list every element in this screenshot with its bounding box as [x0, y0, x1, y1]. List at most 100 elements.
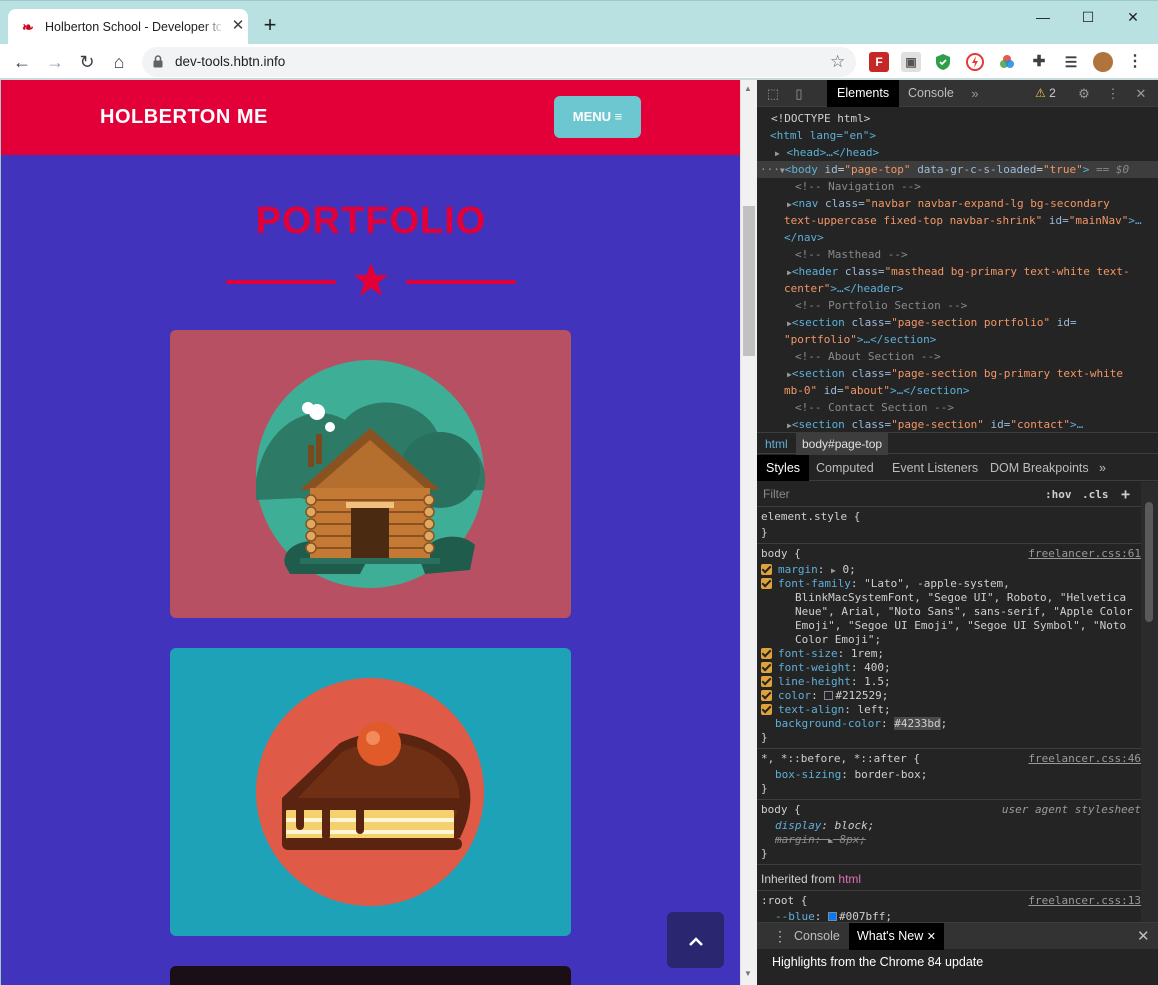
dom-comment[interactable]: <!-- Navigation --> [757, 178, 1158, 195]
node-ellipsis-icon[interactable]: ··· [757, 163, 780, 176]
site-brand[interactable]: HOLBERTON ME [100, 106, 268, 129]
dom-node-nav-cont[interactable]: text-uppercase fixed-top navbar-shrink" … [757, 212, 1158, 229]
css-declaration[interactable]: line-height: 1.5; [761, 675, 1141, 689]
back-arrow-icon[interactable]: ← [10, 50, 34, 74]
omnibox[interactable]: dev-tools.hbtn.info ☆ [142, 47, 856, 77]
styles-scrollbar[interactable] [1141, 482, 1158, 922]
tab-console[interactable]: Console [898, 80, 964, 107]
menu-button[interactable]: MENU ≡ [554, 96, 641, 138]
dom-comment[interactable]: <!-- Contact Section --> [757, 399, 1158, 416]
dom-node-nav-end[interactable]: </nav> [757, 229, 1158, 246]
rule-selector[interactable]: element.style { [761, 510, 1141, 524]
css-declaration[interactable]: text-align: left; [761, 703, 1141, 717]
extension-shield-icon[interactable] [933, 52, 953, 72]
expand-triangle-icon[interactable]: ▶ [757, 268, 792, 277]
close-window-button[interactable]: ✕ [1111, 5, 1155, 29]
scroll-up-arrow-icon[interactable]: ▲ [744, 84, 752, 93]
dom-node-section-portfolio[interactable]: ▶<section class="page-section portfolio"… [757, 314, 1158, 331]
dom-node-body[interactable]: ···▼<body id="page-top" data-gr-c-s-load… [757, 161, 1158, 178]
dom-node-nav[interactable]: ▶<nav class="navbar navbar-expand-lg bg-… [757, 195, 1158, 212]
more-panes-chevron-icon[interactable]: » [1090, 455, 1115, 481]
devtools-menu-icon[interactable]: ⋮ [1103, 84, 1123, 104]
extension-flash-icon[interactable] [965, 52, 985, 72]
color-swatch[interactable] [828, 912, 837, 921]
css-declaration[interactable]: box-sizing: border-box; [761, 768, 1141, 782]
expand-triangle-icon[interactable]: ▶ [757, 149, 780, 158]
new-rule-plus-icon[interactable]: + [1121, 482, 1130, 507]
portfolio-item-cabin[interactable] [170, 330, 571, 618]
expand-triangle-icon[interactable]: ▶ [757, 200, 792, 209]
bookmark-star-icon[interactable]: ☆ [830, 52, 845, 72]
reading-list-icon[interactable]: ☰ [1061, 52, 1081, 72]
css-declaration[interactable]: background-color: #4233bd; [761, 717, 1141, 731]
dom-node-head[interactable]: ▶ <head>…</head> [757, 144, 1158, 161]
checkbox-checked-icon[interactable] [761, 578, 772, 589]
home-icon[interactable]: ⌂ [107, 50, 131, 74]
expand-triangle-icon[interactable]: ▶ [757, 319, 792, 328]
new-tab-button[interactable]: + [259, 14, 281, 36]
tab-styles[interactable]: Styles [757, 455, 810, 481]
source-link[interactable]: freelancer.css:13 [1028, 894, 1141, 908]
extension-f-icon[interactable]: F [869, 52, 889, 72]
portfolio-item-next[interactable] [170, 966, 571, 985]
checkbox-checked-icon[interactable] [761, 690, 772, 701]
expand-triangle-icon[interactable]: ▶ [757, 370, 792, 379]
extension-color-wheel-icon[interactable] [997, 52, 1017, 72]
tab-event-listeners[interactable]: Event Listeners [883, 455, 987, 481]
more-tabs-chevron-icon[interactable]: » [965, 84, 985, 104]
cls-toggle[interactable]: .cls [1082, 482, 1109, 507]
inspect-element-icon[interactable]: ⬚ [763, 84, 783, 104]
source-link[interactable]: freelancer.css:46 [1028, 752, 1141, 766]
reload-icon[interactable]: ↻ [75, 50, 99, 74]
minimize-button[interactable]: — [1021, 5, 1065, 29]
inherited-tag-link[interactable]: html [838, 872, 861, 886]
close-drawer-icon[interactable]: ✕ [1129, 923, 1158, 950]
breadcrumb-body[interactable]: body#page-top [796, 433, 889, 455]
tab-computed[interactable]: Computed [807, 455, 883, 481]
tab-elements[interactable]: Elements [827, 80, 900, 107]
chrome-menu-icon[interactable]: ⋮ [1125, 52, 1145, 72]
browser-tab[interactable]: ❧ Holberton School - Developer to ✕ [8, 9, 248, 45]
portfolio-item-cake[interactable] [170, 648, 571, 936]
css-declaration[interactable]: --blue: #007bff; [761, 910, 1141, 922]
settings-gear-icon[interactable]: ⚙ [1074, 84, 1094, 104]
whats-new-headline[interactable]: Highlights from the Chrome 84 update [772, 955, 983, 969]
rule-selector[interactable]: :root {freelancer.css:13 [761, 894, 1141, 908]
dom-comment[interactable]: <!-- Masthead --> [757, 246, 1158, 263]
css-declaration[interactable]: font-family: "Lato", -apple-system, [761, 577, 1141, 591]
rule-selector[interactable]: body {user agent stylesheet [761, 803, 1141, 817]
breadcrumb-html[interactable]: html [759, 433, 794, 455]
page-scrollbar[interactable]: ▲ ▼ [740, 80, 757, 985]
dom-node-header[interactable]: ▶<header class="masthead bg-primary text… [757, 263, 1158, 280]
dom-node-section-portfolio-cont[interactable]: "portfolio">…</section> [757, 331, 1158, 348]
warnings-badge[interactable]: ⚠ 2 [1035, 80, 1056, 107]
page-scrollbar-thumb[interactable] [743, 206, 755, 356]
profile-avatar-icon[interactable] [1093, 52, 1113, 72]
checkbox-checked-icon[interactable] [761, 676, 772, 687]
dom-node-section-contact[interactable]: ▶<section class="page-section" id="conta… [757, 416, 1158, 430]
tab-close-icon[interactable]: ✕ [230, 18, 246, 34]
url-text[interactable]: dev-tools.hbtn.info [175, 54, 285, 70]
dom-node-section-about-cont[interactable]: mb-0" id="about">…</section> [757, 382, 1158, 399]
rule-selector[interactable]: *, *::before, *::after {freelancer.css:4… [761, 752, 1141, 766]
filter-input[interactable]: Filter [763, 482, 790, 507]
checkbox-checked-icon[interactable] [761, 564, 772, 575]
close-devtools-icon[interactable]: ✕ [1131, 84, 1151, 104]
dom-node-section-about[interactable]: ▶<section class="page-section bg-primary… [757, 365, 1158, 382]
close-tab-icon[interactable]: ✕ [927, 931, 936, 943]
extensions-puzzle-icon[interactable]: ✚ [1029, 52, 1049, 72]
maximize-button[interactable]: ☐ [1066, 5, 1110, 29]
forward-arrow-icon[interactable]: → [43, 50, 67, 74]
property-value-editing[interactable]: #4233bd [894, 717, 941, 730]
dom-comment[interactable]: <!-- Portfolio Section --> [757, 297, 1158, 314]
css-declaration[interactable]: font-size: 1rem; [761, 647, 1141, 661]
color-swatch[interactable] [824, 691, 834, 700]
extension-screen-icon[interactable]: ▣ [901, 52, 921, 72]
hov-toggle[interactable]: :hov [1045, 482, 1072, 507]
checkbox-checked-icon[interactable] [761, 704, 772, 715]
tab-dom-breakpoints[interactable]: DOM Breakpoints [981, 455, 1098, 481]
source-link[interactable]: freelancer.css:61 [1028, 547, 1141, 561]
checkbox-checked-icon[interactable] [761, 648, 772, 659]
dom-node-html[interactable]: <html lang="en"> [757, 127, 1158, 144]
css-declaration[interactable]: margin: ▶ 0; [761, 563, 1141, 577]
